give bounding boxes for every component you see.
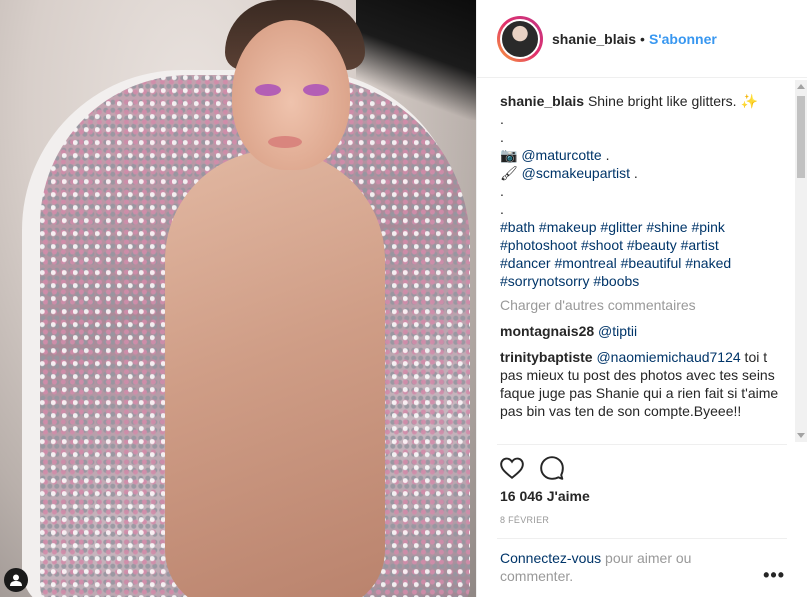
login-prompt: Connectez-vous pour aimer ou commenter. (500, 549, 720, 585)
scroll-up-icon[interactable] (797, 84, 805, 89)
figure-eye-right (303, 84, 329, 96)
caption: shanie_blais Shine bright like glitters.… (500, 92, 783, 110)
comment-username[interactable]: trinitybaptiste (500, 349, 593, 365)
divider (497, 444, 787, 445)
mention-link[interactable]: @tiptii (598, 323, 637, 339)
brush-icon: 🖌 (500, 165, 518, 181)
post-photo[interactable] (0, 0, 476, 597)
post-side-panel: shanie_blais • S'abonner shanie_blais Sh… (476, 0, 807, 597)
figure-lips (268, 136, 302, 148)
divider (497, 538, 787, 539)
figure-body (165, 150, 385, 597)
header-separator: • (640, 30, 645, 47)
speech-bubble-icon[interactable] (539, 455, 565, 481)
comments-scrollbar[interactable] (795, 80, 807, 442)
hashtag-line[interactable]: #bath #makeup #glitter #shine #pink (500, 218, 783, 236)
scroll-down-icon[interactable] (797, 433, 805, 438)
caption-dot: . (500, 183, 504, 199)
comment: trinitybaptiste @naomiemichaud7124 toi t… (500, 348, 783, 420)
comments-list: shanie_blais Shine bright like glitters.… (477, 84, 797, 444)
avatar[interactable] (497, 15, 543, 62)
caption-text: Shine bright like glitters. ✨ (587, 93, 758, 109)
mention-link[interactable]: @naomiemichaud7124 (596, 349, 740, 365)
post-date[interactable]: 8 FÉVRIER (500, 515, 549, 525)
caption-credit-photo: 📷 @maturcotte . (500, 147, 610, 163)
hashtag-line[interactable]: #dancer #montreal #beautiful #naked (500, 254, 783, 272)
user-silhouette-icon (10, 574, 22, 586)
login-link[interactable]: Connectez-vous (500, 550, 601, 566)
mention-link[interactable]: @maturcotte (521, 147, 601, 163)
camera-icon: 📷 (500, 147, 518, 163)
mention-link[interactable]: @scmakeupartist (522, 165, 630, 181)
caption-credit-makeup: 🖌 @scmakeupartist . (500, 165, 638, 181)
heart-outline-icon[interactable] (499, 455, 525, 481)
hashtag-line[interactable]: #sorrynotsorry #boobs (500, 272, 783, 290)
follow-button[interactable]: S'abonner (649, 31, 717, 47)
caption-dot: . (500, 201, 504, 217)
comment-username[interactable]: montagnais28 (500, 323, 594, 339)
caption-dot: . (500, 111, 504, 127)
scrollbar-thumb[interactable] (797, 96, 805, 178)
likes-count[interactable]: 16 046 J'aime (500, 488, 590, 504)
figure-eye-left (255, 84, 281, 96)
more-options-button[interactable]: ••• (763, 566, 785, 584)
comment: montagnais28 @tiptii (500, 322, 783, 340)
photo-shadow (356, 0, 476, 120)
load-more-comments[interactable]: Charger d'autres commentaires (500, 296, 783, 314)
hashtag-line[interactable]: #photoshoot #shoot #beauty #artist (500, 236, 783, 254)
user-tag-icon[interactable] (4, 568, 28, 592)
post-header: shanie_blais • S'abonner (477, 0, 807, 78)
caption-username[interactable]: shanie_blais (500, 93, 584, 109)
caption-dot: . (500, 129, 504, 145)
post-actions (499, 455, 565, 481)
header-username[interactable]: shanie_blais (552, 31, 636, 47)
